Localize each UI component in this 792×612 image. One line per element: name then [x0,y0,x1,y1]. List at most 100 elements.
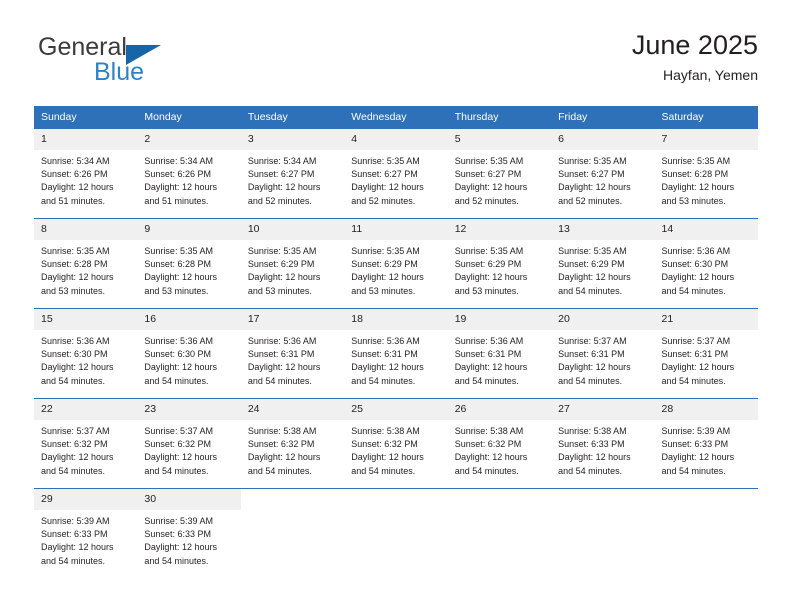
calendar-day-cell[interactable]: 20 Sunrise: 5:37 AM Sunset: 6:31 PM Dayligh… [551,308,655,399]
calendar-day-cell[interactable]: 17 Sunrise: 5:36 AM Sunset: 6:31 PM Dayligh… [240,308,345,399]
daylight-text-line1: Daylight: 12 hours [144,362,217,373]
day-number [240,489,345,510]
calendar-day-cell[interactable]: 14 Sunrise: 5:36 AM Sunset: 6:30 PM Dayligh… [654,218,758,309]
sunrise-text: Sunrise: 5:39 AM [661,426,731,436]
day-number: 12 [447,219,552,240]
calendar-cell-empty [447,488,552,579]
sunrise-text: Sunrise: 5:35 AM [661,156,731,166]
day-number: 26 [447,399,552,420]
calendar-day-cell[interactable]: 2 Sunrise: 5:34 AM Sunset: 6:26 PM Daylight… [137,128,241,219]
daylight-text-line1: Daylight: 12 hours [41,272,114,283]
daylight-text-line2: and 54 minutes. [247,465,312,476]
calendar-day-cell[interactable]: 12 Sunrise: 5:35 AM Sunset: 6:29 PM Dayligh… [447,218,552,309]
daylight-text-line2: and 54 minutes. [351,375,416,386]
calendar-day-cell[interactable]: 3 Sunrise: 5:34 AM Sunset: 6:27 PM Daylight… [240,128,345,219]
day-number: 24 [240,399,345,420]
calendar-day-cell[interactable]: 23 Sunrise: 5:37 AM Sunset: 6:32 PM Dayligh… [137,398,241,489]
day-info: Sunrise: 5:35 AM Sunset: 6:27 PM Daylight:… [448,150,551,208]
calendar-day-cell[interactable]: 28 Sunrise: 5:39 AM Sunset: 6:33 PM Dayligh… [654,398,758,489]
page-subtitle: Hayfan, Yemen [663,67,758,83]
sunset-text: Sunset: 6:31 PM [558,349,625,360]
daylight-text-line2: and 54 minutes. [558,465,623,476]
sunset-text: Sunset: 6:29 PM [351,259,418,270]
day-info: Sunrise: 5:39 AM Sunset: 6:33 PM Daylight:… [655,420,758,478]
sunset-text: Sunset: 6:27 PM [247,169,315,180]
sunset-text: Sunset: 6:32 PM [144,439,211,450]
daylight-text-line1: Daylight: 12 hours [454,272,528,283]
calendar-day-cell[interactable]: 19 Sunrise: 5:36 AM Sunset: 6:31 PM Dayligh… [447,308,552,399]
sunset-text: Sunset: 6:33 PM [41,529,108,540]
calendar-day-cell[interactable]: 4 Sunrise: 5:35 AM Sunset: 6:27 PM Daylight… [344,128,448,219]
daylight-text-line2: and 54 minutes. [144,375,209,386]
sunrise-text: Sunrise: 5:35 AM [41,246,110,256]
calendar-day-cell[interactable]: 30 Sunrise: 5:39 AM Sunset: 6:33 PM Dayligh… [137,488,241,579]
sunset-text: Sunset: 6:33 PM [144,529,211,540]
day-number: 17 [240,309,345,330]
sunset-text: Sunset: 6:33 PM [558,439,625,450]
sunset-text: Sunset: 6:33 PM [661,439,729,450]
sunset-text: Sunset: 6:30 PM [144,349,211,360]
weekday-header-friday: Friday [551,106,655,129]
calendar-day-cell[interactable]: 7 Sunrise: 5:35 AM Sunset: 6:28 PM Daylight… [654,128,758,219]
day-number: 14 [654,219,758,240]
daylight-text-line1: Daylight: 12 hours [454,182,528,193]
daylight-text-line1: Daylight: 12 hours [144,182,217,193]
calendar-day-cell[interactable]: 9 Sunrise: 5:35 AM Sunset: 6:28 PM Daylight… [137,218,241,309]
brand-name-blue: Blue [94,58,145,86]
daylight-text-line1: Daylight: 12 hours [41,452,114,463]
day-info: Sunrise: 5:36 AM Sunset: 6:31 PM Daylight:… [344,330,447,388]
daylight-text-line1: Daylight: 12 hours [454,362,528,373]
calendar-week-row: 8 Sunrise: 5:35 AM Sunset: 6:28 PM Daylight… [34,218,758,309]
sunrise-text: Sunrise: 5:35 AM [454,246,524,256]
calendar-day-cell[interactable]: 25 Sunrise: 5:38 AM Sunset: 6:32 PM Dayligh… [344,398,448,489]
calendar-day-cell[interactable]: 16 Sunrise: 5:36 AM Sunset: 6:30 PM Dayligh… [137,308,241,399]
calendar-day-cell[interactable]: 22 Sunrise: 5:37 AM Sunset: 6:32 PM Dayligh… [34,398,138,489]
day-number: 9 [137,219,241,240]
brand-logo[interactable]: General Blue [34,34,264,92]
day-info: Sunrise: 5:36 AM Sunset: 6:31 PM Daylight:… [448,330,551,388]
daylight-text-line2: and 54 minutes. [454,465,519,476]
daylight-text-line2: and 54 minutes. [661,375,726,386]
day-info: Sunrise: 5:36 AM Sunset: 6:30 PM Daylight:… [34,330,137,388]
day-info: Sunrise: 5:35 AM Sunset: 6:29 PM Daylight:… [551,240,654,298]
daylight-text-line2: and 53 minutes. [454,285,519,296]
day-number [551,489,655,510]
daylight-text-line2: and 52 minutes. [558,195,623,206]
calendar-day-cell[interactable]: 24 Sunrise: 5:38 AM Sunset: 6:32 PM Dayligh… [240,398,345,489]
calendar-day-cell[interactable]: 18 Sunrise: 5:36 AM Sunset: 6:31 PM Dayligh… [344,308,448,399]
calendar-day-cell[interactable]: 15 Sunrise: 5:36 AM Sunset: 6:30 PM Dayligh… [34,308,138,399]
calendar-day-cell[interactable]: 26 Sunrise: 5:38 AM Sunset: 6:32 PM Dayligh… [447,398,552,489]
calendar-day-cell[interactable]: 13 Sunrise: 5:35 AM Sunset: 6:29 PM Dayligh… [551,218,655,309]
day-number: 2 [137,129,241,150]
calendar-day-cell[interactable]: 21 Sunrise: 5:37 AM Sunset: 6:31 PM Dayligh… [654,308,758,399]
daylight-text-line2: and 54 minutes. [41,465,106,476]
day-info: Sunrise: 5:38 AM Sunset: 6:33 PM Daylight:… [551,420,654,478]
calendar-day-cell[interactable]: 27 Sunrise: 5:38 AM Sunset: 6:33 PM Dayligh… [551,398,655,489]
calendar-day-cell[interactable]: 11 Sunrise: 5:35 AM Sunset: 6:29 PM Dayligh… [344,218,448,309]
day-info: Sunrise: 5:35 AM Sunset: 6:28 PM Daylight:… [137,240,240,298]
day-info: Sunrise: 5:35 AM Sunset: 6:29 PM Daylight:… [241,240,344,298]
sunrise-text: Sunrise: 5:37 AM [144,426,213,436]
calendar-body: 1 Sunrise: 5:34 AM Sunset: 6:26 PM Daylight… [34,128,758,579]
calendar-day-cell[interactable]: 6 Sunrise: 5:35 AM Sunset: 6:27 PM Daylight… [551,128,655,219]
day-info: Sunrise: 5:36 AM Sunset: 6:30 PM Daylight:… [137,330,240,388]
sunrise-text: Sunrise: 5:34 AM [247,156,317,166]
calendar-day-cell[interactable]: 5 Sunrise: 5:35 AM Sunset: 6:27 PM Daylight… [447,128,552,219]
sunrise-text: Sunrise: 5:36 AM [351,336,420,346]
calendar-cell-empty [344,488,448,579]
daylight-text-line1: Daylight: 12 hours [351,452,424,463]
daylight-text-line1: Daylight: 12 hours [144,452,217,463]
daylight-text-line2: and 52 minutes. [454,195,519,206]
day-number: 22 [34,399,138,420]
calendar-day-cell[interactable]: 29 Sunrise: 5:39 AM Sunset: 6:33 PM Dayligh… [34,488,138,579]
sunset-text: Sunset: 6:32 PM [351,439,418,450]
daylight-text-line1: Daylight: 12 hours [144,542,217,553]
calendar-day-cell[interactable]: 1 Sunrise: 5:34 AM Sunset: 6:26 PM Daylight… [34,128,138,219]
sunset-text: Sunset: 6:31 PM [351,349,418,360]
calendar-day-cell[interactable]: 10 Sunrise: 5:35 AM Sunset: 6:29 PM Dayligh… [240,218,345,309]
day-number: 13 [551,219,655,240]
daylight-text-line2: and 54 minutes. [247,375,312,386]
day-info: Sunrise: 5:38 AM Sunset: 6:32 PM Daylight:… [344,420,447,478]
daylight-text-line2: and 54 minutes. [558,375,623,386]
calendar-day-cell[interactable]: 8 Sunrise: 5:35 AM Sunset: 6:28 PM Daylight… [34,218,138,309]
